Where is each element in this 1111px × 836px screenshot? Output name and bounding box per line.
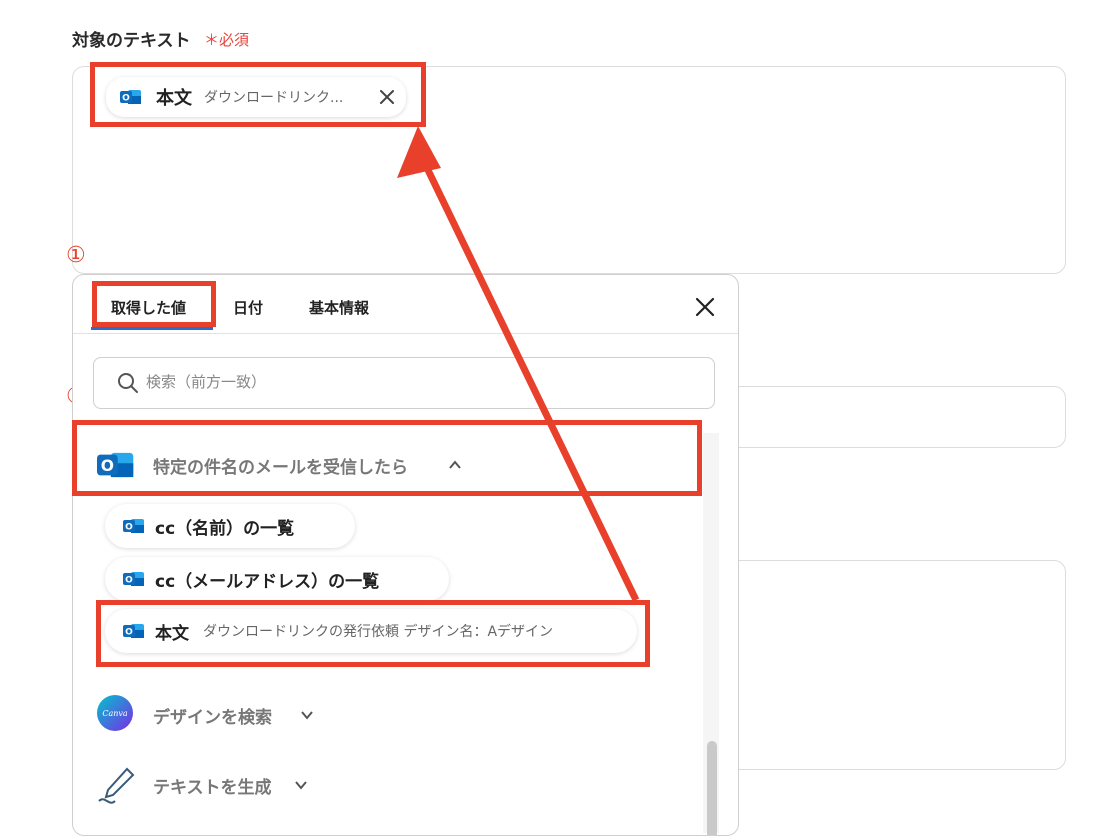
arrow-annotation (397, 126, 640, 602)
